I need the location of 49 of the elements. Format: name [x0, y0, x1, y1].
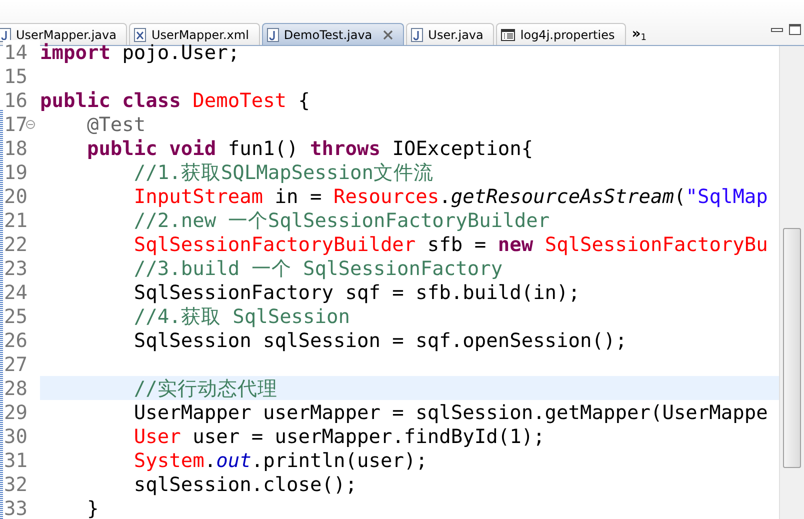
line-number: 25 — [3, 304, 28, 328]
line-number: 15 — [3, 64, 28, 88]
code-line: //4.获取 SqlSession — [132, 304, 350, 330]
line-number: 22 — [3, 232, 28, 256]
line-number: 27 — [3, 352, 28, 376]
code-line: //2.new 一个SqlSessionFactoryBuilder — [132, 208, 550, 234]
java-file-icon — [411, 28, 424, 42]
code-line: public class DemoTest { — [40, 88, 310, 112]
code-line: sqlSession.close(); — [132, 472, 357, 496]
collapse-icon[interactable] — [26, 120, 36, 128]
code-line: SqlSession sqlSession = sqf.openSession(); — [132, 328, 627, 352]
code-line: //3.build 一个 SqlSessionFactory — [132, 256, 503, 282]
line-number: 29 — [3, 400, 28, 424]
code-line: System.out.println(user); — [132, 448, 428, 472]
editor-tab[interactable]: log4j.properties — [496, 23, 626, 45]
line-number: 33 — [3, 496, 28, 519]
line-number: 17 — [3, 112, 28, 136]
line-number: 31 — [3, 448, 28, 472]
code-line: } — [86, 496, 99, 519]
line-number: 32 — [3, 472, 28, 496]
code-line: InputStream in = Resources.getResourceAsStream("SqlMap — [132, 184, 768, 208]
line-number: 30 — [3, 424, 28, 448]
code-line: //实行动态代理 — [132, 376, 278, 402]
vertical-scrollbar[interactable] — [779, 46, 804, 519]
java-file-icon — [266, 28, 279, 42]
editor-tab[interactable]: DemoTest.java — [262, 23, 404, 45]
line-number: 26 — [3, 328, 28, 352]
scrollbar-thumb[interactable] — [783, 228, 801, 468]
code-line: public void fun1() throws IOException{ — [86, 136, 534, 160]
xml-file-icon — [134, 28, 146, 42]
maximize-icon[interactable] — [789, 24, 801, 35]
line-number: 18 — [3, 136, 28, 160]
code-line: //1.获取SQLMapSession文件流 — [132, 160, 434, 186]
line-number: 20 — [3, 184, 28, 208]
code-line: SqlSessionFactoryBuilder sfb = new SqlSessionFactoryBu — [132, 232, 768, 256]
line-number: 21 — [3, 208, 28, 232]
close-icon[interactable] — [383, 30, 394, 40]
line-number: 16 — [3, 88, 28, 112]
line-number: 24 — [3, 280, 28, 304]
line-number: 28 — [3, 376, 28, 400]
table-icon — [501, 28, 516, 40]
line-number: 19 — [3, 160, 28, 184]
line-number: 23 — [3, 256, 28, 280]
code-line: User user = userMapper.findById(1); — [132, 424, 545, 448]
code-line: UserMapper userMapper = sqlSession.getMapper(UserMappe — [132, 400, 768, 424]
editor-tab[interactable]: User.java — [406, 23, 494, 45]
editor-tab[interactable]: UserMapper.xml — [129, 23, 260, 45]
code-line: @Test — [86, 112, 146, 136]
code-line: SqlSessionFactory sqf = sfb.build(in); — [132, 280, 580, 304]
